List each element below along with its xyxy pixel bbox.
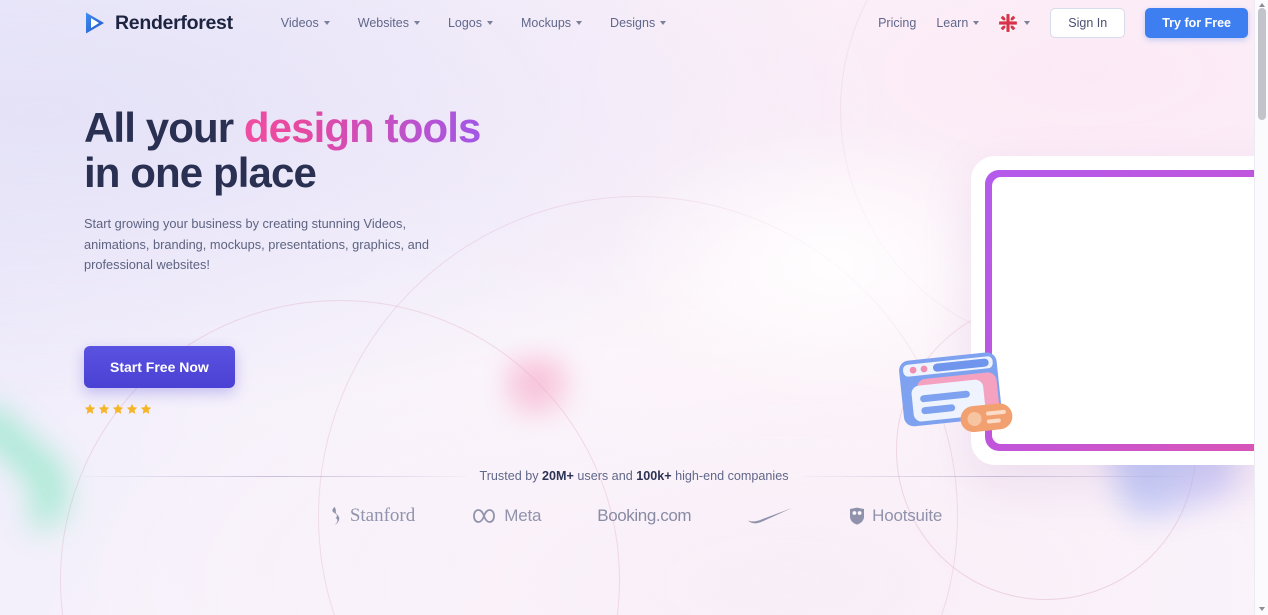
brand-logo[interactable]: Renderforest (84, 11, 233, 35)
browser-window-illustration (892, 342, 1017, 455)
nav-item-videos[interactable]: Videos (281, 16, 330, 30)
trusted-users-count: 20M+ (542, 469, 574, 484)
stanford-tree-icon (332, 507, 340, 526)
star-icon (84, 403, 96, 414)
nav-item-mockups[interactable]: Mockups (521, 16, 583, 30)
hero-media-column (484, 46, 1268, 465)
secondary-nav: Pricing Learn Sign In Try for Free (878, 8, 1248, 38)
nav-item-websites[interactable]: Websites (358, 16, 420, 30)
scroll-down-arrow-icon[interactable] (1259, 607, 1265, 611)
top-navigation-bar: Renderforest Videos Websites Logos Mocku… (0, 0, 1268, 46)
chevron-down-icon (660, 21, 667, 25)
star-icon (98, 403, 110, 414)
logo-label-main: Booking (597, 506, 656, 526)
star-icon (112, 403, 124, 414)
nav-item-logos[interactable]: Logos (447, 16, 494, 30)
nav-item-designs[interactable]: Designs (610, 16, 667, 30)
headline-accent: design tools (243, 104, 481, 151)
trusted-by-text: Trusted by 20M+ users and 100k+ high-end… (480, 469, 789, 483)
page-title: All your design tools in one place (84, 104, 484, 196)
primary-nav-links: Videos Websites Logos Mockups Designs (281, 16, 667, 30)
language-selector[interactable] (999, 14, 1031, 32)
trusted-companies-count: 100k+ (636, 469, 672, 484)
scroll-up-arrow-icon[interactable] (1259, 3, 1265, 7)
meta-infinity-icon (473, 509, 496, 523)
trusted-middle: users and (573, 469, 637, 484)
logo-label-suffix: .com (655, 506, 692, 526)
nav-item-pricing[interactable]: Pricing (878, 16, 916, 30)
play-triangle-icon (86, 12, 104, 34)
headline-plain: All your (84, 104, 244, 151)
chevron-down-icon (413, 21, 420, 25)
hero-section: All your design tools in one place Start… (0, 46, 1268, 465)
chevron-down-icon (323, 21, 330, 25)
chevron-down-icon (1024, 21, 1031, 25)
logo-booking: Booking.com (597, 506, 691, 526)
nav-item-label: Designs (610, 16, 656, 30)
divider-left (84, 475, 466, 477)
divider-right (802, 475, 1184, 477)
hero-subtext: Start growing your business by creating … (84, 215, 430, 273)
logo-label: Meta (504, 506, 542, 526)
logo-label: Hootsuite (872, 506, 943, 526)
chevron-down-icon (576, 21, 583, 25)
rating-stars (84, 403, 484, 415)
hootsuite-owl-icon (850, 507, 865, 525)
logo-meta: Meta (471, 506, 541, 526)
nav-item-label: Mockups (521, 16, 572, 30)
logo-label: Booking.com (597, 506, 691, 526)
logo-nike (747, 507, 793, 525)
trusted-by-strip: Trusted by 20M+ users and 100k+ high-end… (0, 469, 1268, 483)
nike-swoosh-icon (748, 508, 793, 524)
video-screen-placeholder[interactable] (992, 177, 1268, 444)
brand-name: Renderforest (115, 11, 233, 34)
trusted-suffix: high-end companies (671, 469, 789, 484)
chevron-down-icon (973, 21, 980, 25)
hero-text-column: All your design tools in one place Start… (84, 46, 484, 415)
nav-item-learn[interactable]: Learn (936, 16, 980, 30)
star-icon (126, 403, 138, 414)
uk-flag-icon (999, 14, 1018, 32)
nav-item-label: Videos (280, 16, 319, 30)
page-scrollbar[interactable] (1254, 0, 1268, 615)
start-free-now-button[interactable]: Start Free Now (84, 346, 235, 389)
try-for-free-button[interactable]: Try for Free (1145, 8, 1248, 38)
nav-item-label: Logos (447, 16, 483, 30)
nav-item-label: Learn (936, 16, 969, 30)
logo-label: Stanford (349, 505, 416, 527)
scrollbar-thumb[interactable] (1258, 8, 1266, 120)
client-logo-row: Stanford Meta Booking.com Hootsuite (0, 505, 1268, 527)
video-gradient-border (985, 170, 1268, 451)
nav-item-label: Websites (357, 16, 409, 30)
star-icon (140, 403, 152, 414)
sign-in-button[interactable]: Sign In (1050, 8, 1126, 38)
nav-item-label: Pricing (878, 16, 917, 30)
trusted-prefix: Trusted by (479, 469, 543, 484)
headline-line-2: in one place (84, 148, 317, 196)
chevron-down-icon (487, 21, 494, 25)
logo-stanford: Stanford (326, 505, 415, 527)
logo-hootsuite: Hootsuite (849, 506, 942, 526)
